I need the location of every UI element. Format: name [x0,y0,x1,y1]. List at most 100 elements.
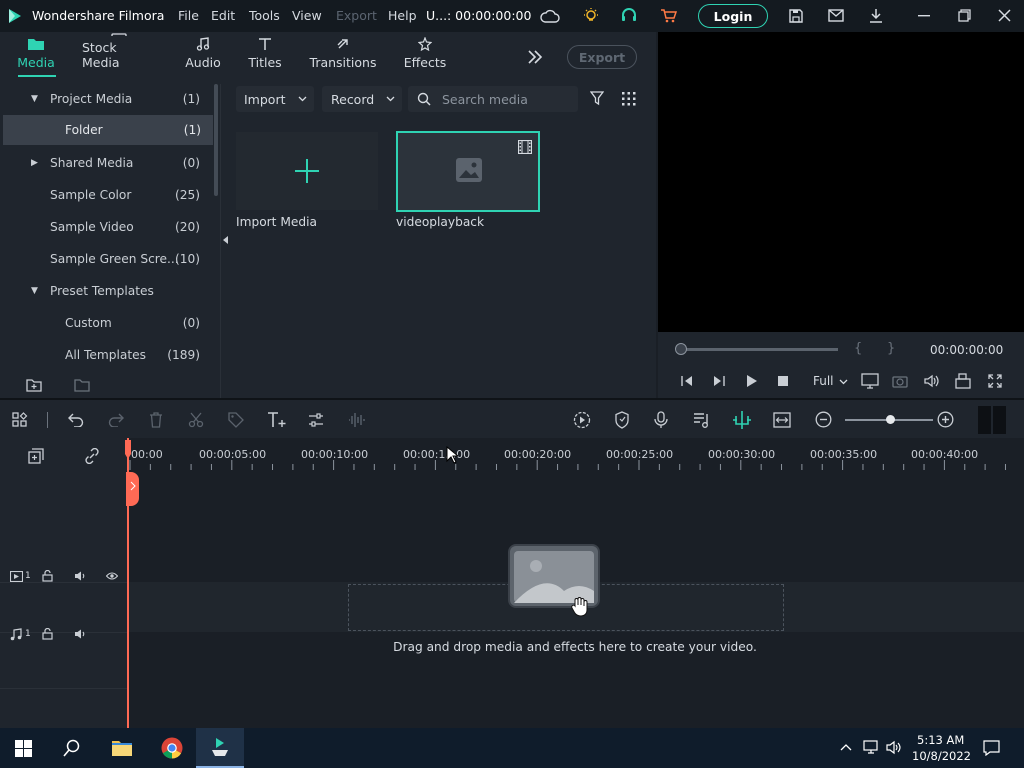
zoom-in-icon[interactable] [937,411,954,428]
stop-icon[interactable] [778,376,788,386]
new-folder-icon[interactable] [26,378,42,392]
login-button[interactable]: Login [698,4,768,28]
tab-media[interactable]: Media [12,32,60,78]
file-explorer-icon[interactable] [111,738,133,757]
display-settings-icon[interactable] [861,373,879,389]
volume-icon[interactable] [924,374,940,388]
render-play-icon[interactable] [573,411,591,429]
panel-layout-toggle[interactable] [978,406,1006,434]
sidebar-item-custom[interactable]: Custom (0) [0,308,212,338]
import-media-card[interactable] [236,132,378,210]
microphone-icon[interactable] [654,411,668,429]
import-dropdown[interactable]: Import [236,86,314,112]
more-tabs-chevron-icon[interactable] [527,50,543,64]
audio-mixer-icon[interactable] [693,411,711,429]
play-icon[interactable] [746,375,758,387]
idea-bulb-icon[interactable] [582,7,600,25]
chevron-down-icon[interactable] [839,379,848,385]
sidebar-item-shared-media[interactable]: ▶ Shared Media (0) [0,148,212,178]
close-icon[interactable] [998,9,1011,22]
network-icon[interactable] [863,740,879,755]
snap-magnet-icon[interactable] [732,410,752,430]
tab-stock-media[interactable]: Stock Media [82,32,156,78]
add-text-icon[interactable] [267,411,287,429]
lock-icon[interactable] [42,628,53,640]
preview-progress-handle[interactable] [675,343,687,355]
lock-icon[interactable] [42,570,53,582]
shield-marker-icon[interactable] [614,411,630,429]
zoom-out-icon[interactable] [815,411,832,428]
taskbar-search-icon[interactable] [63,739,81,757]
collapse-arrow-icon[interactable]: ▶ [31,158,38,168]
sidebar-item-project-media[interactable]: ▼ Project Media (1) [0,84,212,114]
export-button[interactable]: Export [567,45,637,69]
step-forward-icon[interactable] [712,375,726,387]
filter-icon[interactable] [590,91,604,106]
media-clip-videoplayback[interactable] [396,131,540,212]
tab-transitions[interactable]: Transitions [310,32,376,78]
sidebar-item-preset-templates[interactable]: ▼ Preset Templates [0,276,212,306]
chrome-icon[interactable] [161,737,183,759]
minimize-icon[interactable] [918,15,930,17]
snapshot-camera-icon[interactable] [892,374,908,388]
mark-in-bracket[interactable]: { [854,341,862,356]
cloud-icon[interactable] [540,9,560,23]
cart-icon[interactable] [660,8,678,24]
delete-trash-icon[interactable] [149,412,163,428]
menu-tools[interactable]: Tools [249,8,280,23]
clock-date[interactable]: 10/8/2022 [912,749,971,763]
sidebar-item-sample-green-screen[interactable]: Sample Green Scre... (10) [0,244,212,274]
save-icon[interactable] [788,8,804,24]
restore-icon[interactable] [958,9,971,22]
cut-scissors-icon[interactable] [188,412,204,428]
playhead-handle[interactable] [126,472,140,506]
mail-icon[interactable] [828,9,844,23]
record-dropdown[interactable]: Record [322,86,402,112]
playhead-top-marker[interactable] [125,440,131,460]
tray-chevron-up-icon[interactable] [840,743,852,751]
menu-edit[interactable]: Edit [211,8,235,23]
adjust-sliders-icon[interactable] [308,412,324,428]
render-preview-icon[interactable] [955,373,971,389]
folder-outline-icon[interactable] [74,378,90,392]
notifications-icon[interactable] [983,740,1000,756]
link-icon[interactable] [84,448,100,464]
menu-view[interactable]: View [292,8,322,23]
preview-window[interactable] [658,32,1024,332]
undo-icon[interactable] [68,412,84,427]
mark-out-bracket[interactable]: } [887,341,895,356]
tag-icon[interactable] [228,412,244,428]
windows-start-icon[interactable] [15,740,32,757]
audio-waveform-icon[interactable] [348,412,366,428]
menu-help[interactable]: Help [388,8,417,23]
fullscreen-icon[interactable] [988,374,1002,388]
menu-file[interactable]: File [178,8,199,23]
search-input[interactable]: Search media [408,86,578,112]
preview-progress-track[interactable] [680,348,838,351]
sidebar-item-sample-video[interactable]: Sample Video (20) [0,212,212,242]
sidebar-item-all-templates[interactable]: All Templates (189) [0,340,212,370]
step-back-icon[interactable] [680,375,694,387]
support-headset-icon[interactable] [620,7,638,25]
tray-volume-icon[interactable] [886,740,902,755]
layout-icon[interactable] [12,412,28,428]
expand-arrow-icon[interactable]: ▼ [31,286,38,296]
sidebar-item-sample-color[interactable]: Sample Color (25) [0,180,212,210]
download-icon[interactable] [868,8,884,24]
taskbar-filmora-app[interactable] [196,728,244,768]
collapse-sidebar-icon[interactable] [222,236,230,244]
tab-titles[interactable]: Titles [246,32,284,78]
expand-arrow-icon[interactable]: ▼ [31,94,38,104]
clock-time[interactable]: 5:13 AM [917,733,964,747]
grid-view-icon[interactable] [622,92,636,106]
speaker-icon[interactable] [74,571,86,581]
zoom-slider-handle[interactable] [886,415,895,424]
tab-audio[interactable]: Audio [182,32,224,78]
speaker-icon[interactable] [74,629,86,639]
quality-select[interactable]: Full [813,374,834,388]
sidebar-scrollbar[interactable] [214,84,218,196]
fit-timeline-icon[interactable] [773,412,791,428]
redo-icon[interactable] [108,412,124,427]
eye-icon[interactable] [106,572,118,580]
sidebar-item-folder[interactable]: Folder (1) [3,115,213,145]
